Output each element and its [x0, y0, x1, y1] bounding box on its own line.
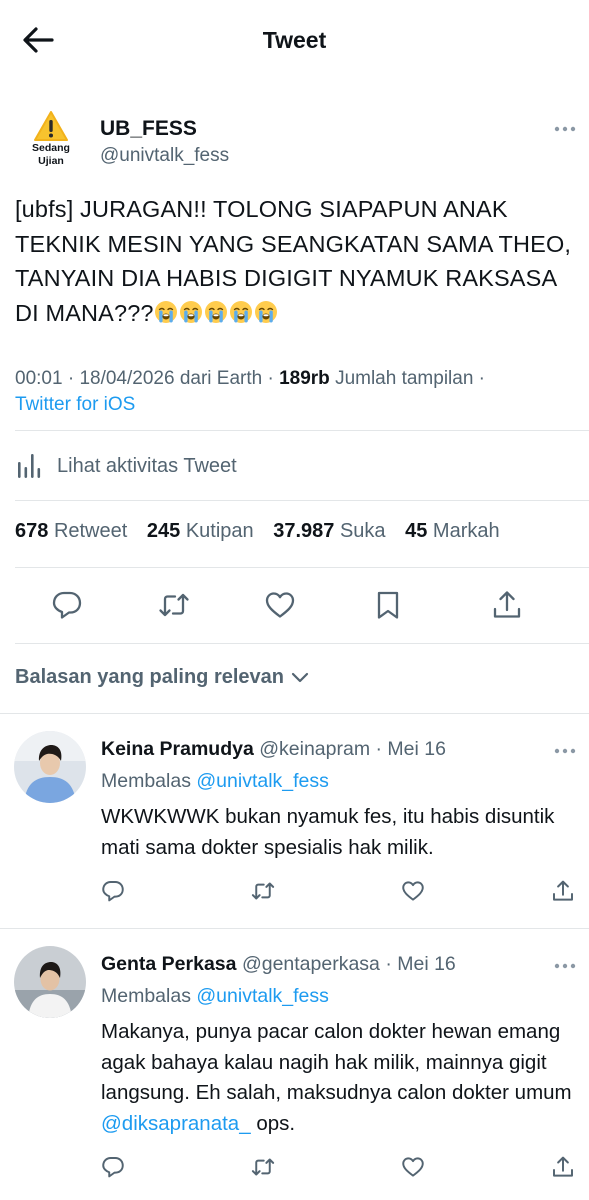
avatar[interactable]: Sedang Ujian	[22, 110, 80, 172]
reply-text: WKWKWWK bukan nyamuk fes, itu habis disu…	[101, 805, 555, 859]
author-handle[interactable]: @univtalk_fess	[100, 145, 229, 167]
bookmark-icon[interactable]	[372, 589, 404, 621]
tweet-time: 00:01	[15, 368, 63, 389]
avatar-label: Ujian	[38, 155, 64, 167]
more-icon[interactable]	[554, 126, 576, 132]
author-name[interactable]: UB_FESS	[100, 117, 197, 141]
reply-item[interactable]: Keina Pramudya @keinapram · Mei 16 Memba…	[0, 713, 589, 928]
retweet-icon[interactable]	[251, 1155, 275, 1179]
reply-author-name[interactable]: Genta Perkasa	[101, 953, 237, 975]
more-icon[interactable]	[554, 748, 576, 754]
sob-emoji	[254, 300, 277, 323]
reply-icon[interactable]	[101, 879, 125, 903]
reply-author-line: Keina Pramudya @keinapram · Mei 16	[101, 738, 446, 760]
tweet-actions	[0, 585, 589, 627]
tweet-author: Sedang Ujian UB_FESS @univtalk_fess	[0, 108, 589, 178]
reply-icon[interactable]	[51, 589, 83, 621]
share-icon[interactable]	[551, 879, 575, 903]
divider	[15, 500, 589, 501]
quote-stat[interactable]: 245 Kutipan	[147, 520, 254, 542]
profile-photo	[14, 731, 86, 803]
engagement-stats: 678 Retweet 245 Kutipan 37.987 Suka 45 M…	[15, 520, 514, 543]
retweet-icon[interactable]	[158, 589, 190, 621]
reply-icon[interactable]	[101, 1155, 125, 1179]
tweet-text: [ubfs] JURAGAN!! TOLONG SIAPAPUN ANAK TE…	[15, 192, 580, 330]
reply-sort-dropdown[interactable]: Balasan yang paling relevan	[15, 666, 310, 689]
avatar[interactable]	[14, 946, 86, 1018]
retweet-icon[interactable]	[251, 879, 275, 903]
more-icon[interactable]	[554, 963, 576, 969]
chevron-down-icon	[291, 672, 309, 682]
reply-date: Mei 16	[387, 738, 446, 760]
activity-label: Lihat aktivitas Tweet	[57, 454, 237, 477]
view-label: Jumlah tampilan	[335, 368, 474, 389]
replying-to: Membalas @univtalk_fess	[101, 770, 329, 792]
page-title: Tweet	[262, 27, 327, 53]
like-icon[interactable]	[401, 1155, 425, 1179]
replying-to-handle[interactable]: @univtalk_fess	[196, 770, 329, 792]
view-count: 189rb	[279, 368, 330, 389]
share-icon[interactable]	[491, 589, 523, 621]
divider	[15, 430, 589, 431]
reply-item[interactable]: Genta Perkasa @gentaperkasa · Mei 16 Mem…	[0, 928, 589, 1200]
sob-emoji	[154, 300, 177, 323]
reply-date: Mei 16	[397, 953, 456, 975]
warning-icon	[34, 111, 68, 141]
like-icon[interactable]	[401, 879, 425, 903]
tweet-location: dari Earth	[179, 368, 263, 389]
reply-text: Makanya, punya pacar calon dokter hewan …	[101, 1020, 572, 1135]
divider	[15, 567, 589, 568]
view-activity-link[interactable]: Lihat aktivitas Tweet	[15, 450, 237, 482]
avatar[interactable]	[14, 731, 86, 803]
sort-label: Balasan yang paling relevan	[15, 666, 284, 688]
reply-author-name[interactable]: Keina Pramudya	[101, 738, 254, 760]
like-stat[interactable]: 37.987 Suka	[273, 520, 385, 542]
mention-link[interactable]: @diksapranata_	[101, 1112, 251, 1135]
bookmark-stat[interactable]: 45 Markah	[405, 520, 500, 542]
sob-emoji	[179, 300, 202, 323]
top-bar: Tweet	[0, 0, 589, 80]
analytics-icon	[18, 454, 41, 478]
avatar-label: Sedang	[32, 142, 70, 154]
like-icon[interactable]	[264, 589, 296, 621]
sob-emoji	[204, 300, 227, 323]
divider	[15, 643, 589, 644]
replying-to: Membalas @univtalk_fess	[101, 985, 329, 1007]
replying-to-handle[interactable]: @univtalk_fess	[196, 985, 329, 1007]
reply-author-handle[interactable]: @keinapram	[259, 738, 370, 760]
profile-photo	[14, 946, 86, 1018]
reply-author-handle[interactable]: @gentaperkasa	[242, 953, 380, 975]
share-icon[interactable]	[551, 1155, 575, 1179]
retweet-stat[interactable]: 678 Retweet	[15, 520, 127, 542]
tweet-source[interactable]: Twitter for iOS	[15, 394, 135, 415]
tweet-meta: 00:01 · 18/04/2026 dari Earth · 189rb Ju…	[15, 368, 486, 415]
tweet-date: 18/04/2026	[79, 368, 175, 389]
reply-author-line: Genta Perkasa @gentaperkasa · Mei 16	[101, 953, 456, 975]
tweet-body: [ubfs] JURAGAN!! TOLONG SIAPAPUN ANAK TE…	[15, 196, 572, 326]
emoji-group	[154, 300, 279, 326]
sob-emoji	[229, 300, 252, 323]
